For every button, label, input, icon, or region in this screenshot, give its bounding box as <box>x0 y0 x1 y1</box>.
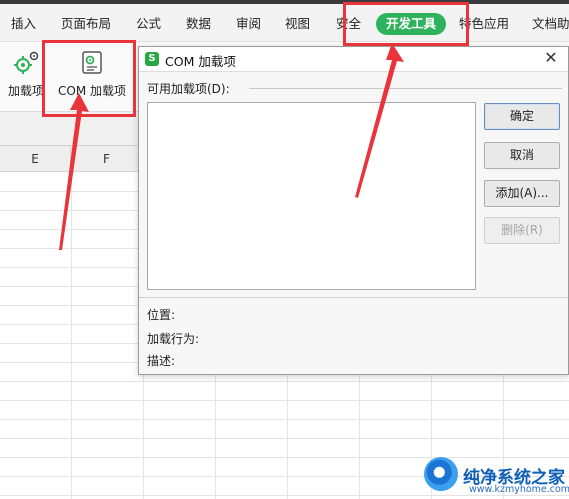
grid-row-line <box>0 438 569 439</box>
column-header-e[interactable]: E <box>0 146 71 172</box>
addins-label: 加载项 <box>7 84 44 98</box>
addins-list[interactable] <box>147 102 476 290</box>
addins-button[interactable]: 加载项 <box>6 50 46 99</box>
grid-row-line <box>0 400 569 401</box>
dialog-title-bar: S COM 加载项 ✕ <box>139 47 568 71</box>
watermark-url: www.kzmyhome.com <box>469 484 569 495</box>
developer-tab-highlight <box>343 2 469 46</box>
tab-formulas[interactable]: 公式 <box>136 13 161 35</box>
tab-data[interactable]: 数据 <box>186 13 211 35</box>
grid-column-line <box>71 172 72 499</box>
wps-logo-icon: S <box>145 52 159 66</box>
grid-row-line <box>0 495 569 496</box>
tab-page-layout[interactable]: 页面布局 <box>61 13 111 35</box>
gear-addin-icon <box>14 51 39 74</box>
add-button[interactable]: 添加(A)... <box>484 180 560 207</box>
column-header-f[interactable]: F <box>71 146 143 172</box>
close-icon[interactable]: ✕ <box>542 48 560 68</box>
remove-button: 删除(R) <box>484 217 560 244</box>
group-divider <box>249 88 562 89</box>
tab-view[interactable]: 视图 <box>285 13 310 35</box>
grid-row-line <box>0 457 569 458</box>
title-divider <box>139 71 568 72</box>
ok-button[interactable]: 确定 <box>484 103 560 130</box>
grid-row-line <box>0 419 569 420</box>
load-behavior-label: 加载行为: <box>147 332 200 346</box>
ribbon-tab-bar: 插入 页面布局 公式 数据 审阅 视图 安全 开发工具 特色应用 文档助 <box>0 4 569 42</box>
description-label: 描述: <box>147 354 176 368</box>
com-addins-dialog: S COM 加载项 ✕ 可用加载项(D): 确定 取消 添加(A)... 删除(… <box>138 46 569 375</box>
info-divider <box>139 297 568 298</box>
cancel-button[interactable]: 取消 <box>484 142 560 169</box>
dialog-title: COM 加载项 <box>165 54 236 69</box>
grid-row-line <box>0 381 569 382</box>
location-label: 位置: <box>147 308 176 322</box>
available-addins-label: 可用加载项(D): <box>147 80 234 97</box>
com-addins-highlight <box>42 40 136 117</box>
watermark-logo-icon <box>424 457 458 491</box>
tab-review[interactable]: 审阅 <box>236 13 261 35</box>
tab-insert[interactable]: 插入 <box>11 13 36 35</box>
tab-doc-assistant[interactable]: 文档助 <box>532 13 569 35</box>
